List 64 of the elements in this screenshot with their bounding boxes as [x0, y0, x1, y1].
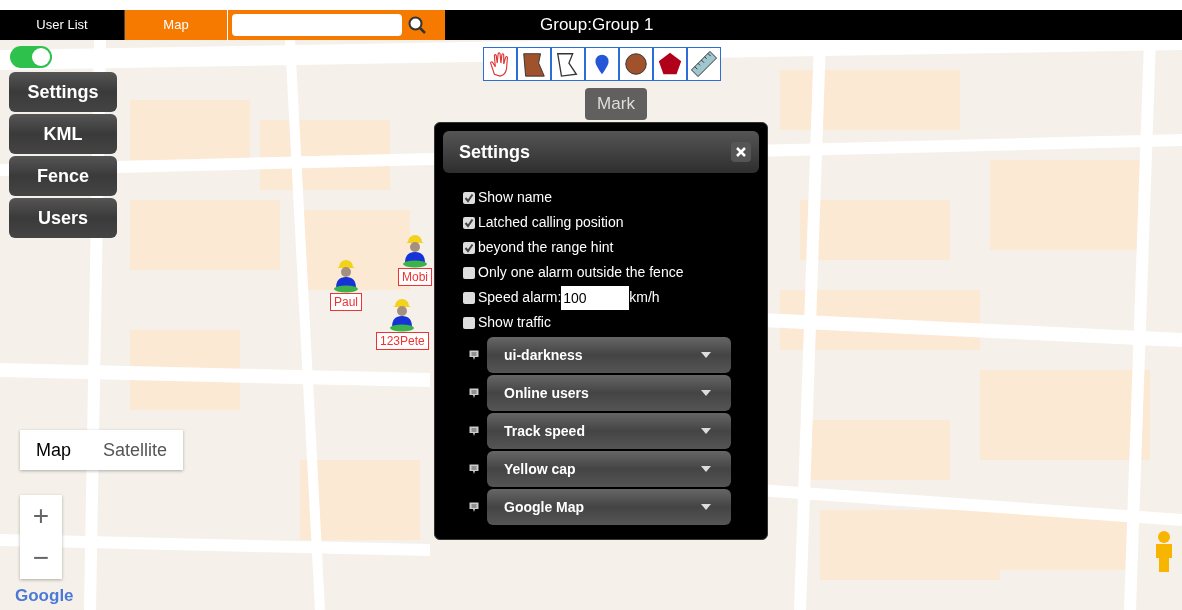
marker-label[interactable]: Mobi	[398, 268, 432, 286]
caret-icon	[701, 504, 711, 510]
dropdown[interactable]: Yellow cap	[487, 451, 731, 487]
note-icon	[469, 425, 479, 437]
close-button[interactable]	[731, 142, 751, 162]
menu-button[interactable]: KML	[9, 114, 117, 154]
tool-button[interactable]	[517, 47, 551, 81]
dropdown[interactable]: Google Map	[487, 489, 731, 525]
dropdown[interactable]: Track speed	[487, 413, 731, 449]
dropdown[interactable]: Online users	[487, 375, 731, 411]
checkbox[interactable]	[463, 191, 475, 204]
close-icon	[736, 147, 746, 157]
zoom-button[interactable]: −	[20, 537, 62, 579]
tool-button[interactable]	[653, 47, 687, 81]
caret-icon	[701, 466, 711, 472]
check-icon	[464, 192, 474, 203]
dropdown-value: ui-darkness	[504, 345, 583, 365]
note-icon	[469, 387, 479, 399]
dialog-title: Settings	[459, 140, 530, 164]
speed-field[interactable]: 100	[561, 285, 630, 310]
note-icon	[469, 349, 479, 361]
option-label: Show traffic	[478, 313, 551, 332]
menu-button[interactable]: Users	[9, 198, 117, 238]
group-name: Group:Group 1	[540, 14, 654, 37]
check-icon	[464, 242, 474, 253]
caret-icon	[701, 390, 711, 396]
tool-button[interactable]	[585, 47, 619, 81]
map-type-button[interactable]: Satellite	[87, 430, 184, 470]
tool-button[interactable]	[619, 47, 653, 81]
dropdown-value: Google Map	[504, 497, 585, 517]
menu-button[interactable]: Fence	[9, 156, 117, 196]
ruler-icon	[690, 49, 718, 79]
dropdown-value: Yellow cap	[504, 459, 576, 479]
caret-icon	[701, 428, 711, 434]
dropdown-value: Online users	[504, 383, 589, 403]
search-icon	[408, 16, 426, 34]
checkbox[interactable]	[463, 241, 475, 254]
dropdown[interactable]: ui-darkness	[487, 337, 731, 373]
check-icon	[464, 217, 474, 228]
search-button[interactable]	[408, 16, 426, 34]
checkbox[interactable]	[463, 216, 475, 229]
option-label: beyond the range hint	[478, 238, 614, 257]
tooltip: Mark	[585, 88, 647, 120]
zoom-button[interactable]: +	[20, 495, 62, 537]
map-logo: Google	[15, 586, 74, 606]
toggle-switch[interactable]	[10, 46, 52, 68]
checkbox[interactable]	[463, 266, 475, 279]
checkbox[interactable]	[463, 291, 475, 304]
marker-label[interactable]: Paul	[330, 293, 363, 311]
tool-button[interactable]	[551, 47, 585, 81]
option-label: Show name	[478, 188, 552, 207]
note-icon	[469, 463, 479, 475]
checkbox[interactable]	[463, 316, 475, 329]
map-type-button[interactable]: Map	[20, 430, 87, 470]
option-label: Latched calling position	[478, 213, 624, 232]
caret-icon	[701, 352, 711, 358]
marker-label[interactable]: 123Pete	[376, 332, 429, 350]
note-icon	[469, 501, 479, 513]
option-label: Speed alarm:	[478, 288, 562, 307]
option-label: Only one alarm outside the fence	[478, 263, 684, 282]
search-field[interactable]	[232, 14, 402, 36]
menu-button[interactable]: Settings	[9, 72, 117, 112]
dropdown-value: Track speed	[504, 421, 585, 441]
unit-label: km/h	[629, 288, 660, 307]
